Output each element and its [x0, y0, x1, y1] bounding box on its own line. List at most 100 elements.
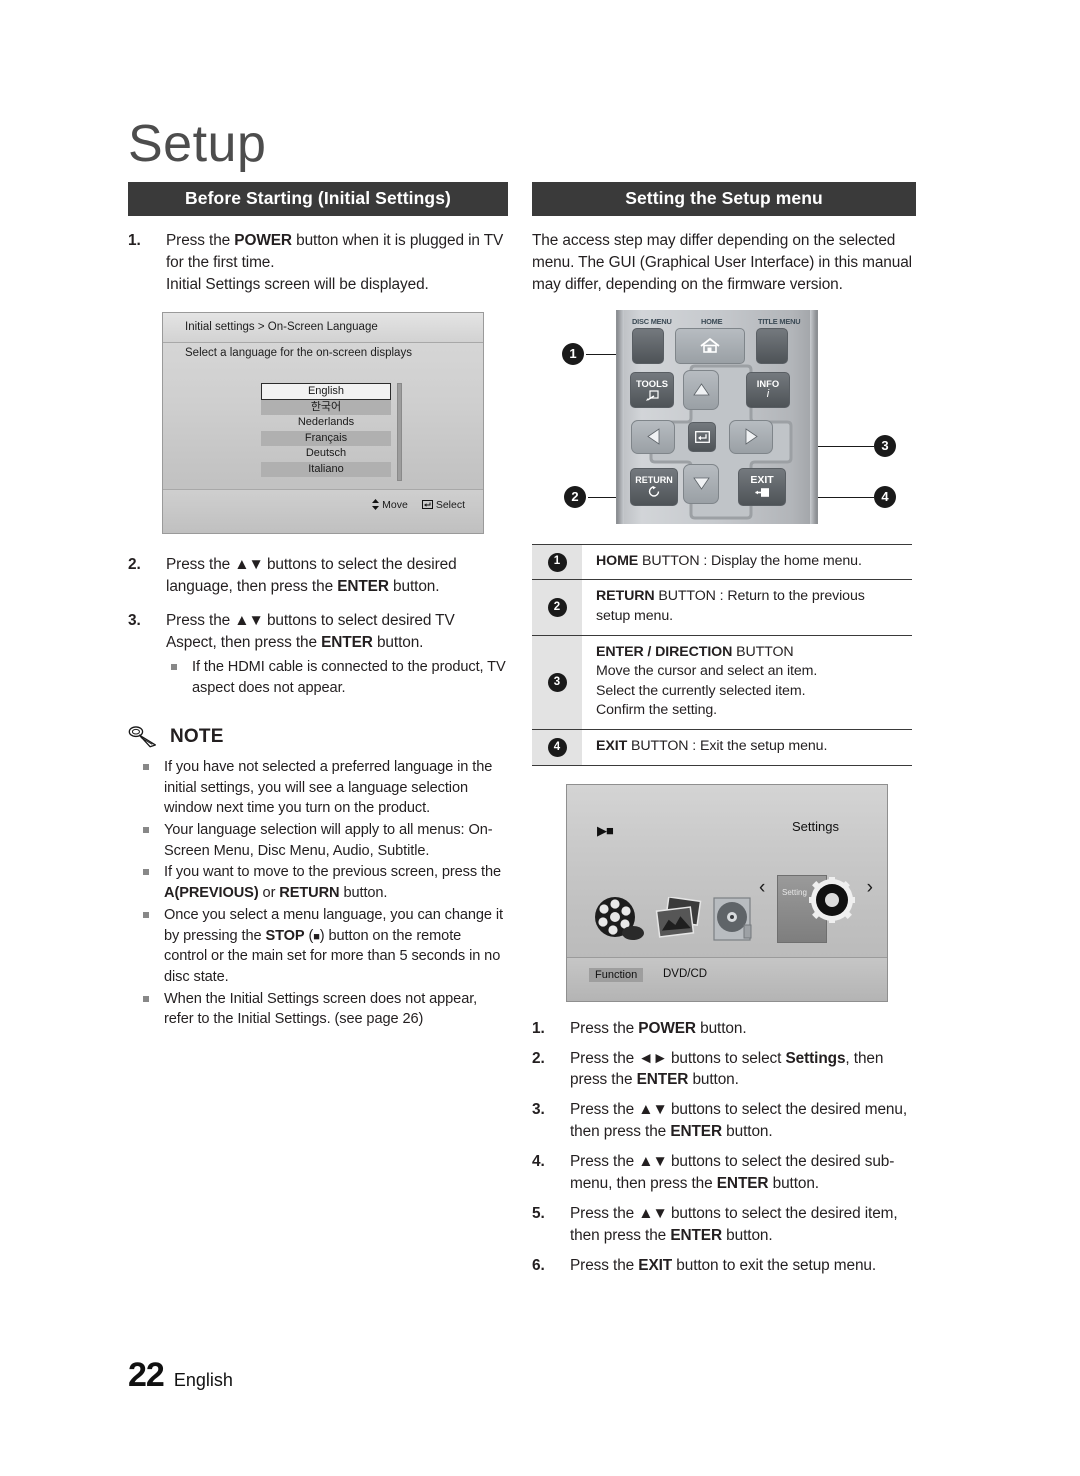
move-hint: Move — [372, 499, 408, 511]
home-label: HOME — [701, 316, 723, 326]
down-arrow-icon — [692, 477, 710, 491]
step-item: 1. Press the POWER button. — [532, 1018, 916, 1040]
button-description-table: 1 HOME BUTTON : Display the home menu. 2… — [532, 543, 912, 766]
language-option-italiano[interactable]: Italiano — [261, 461, 391, 478]
right-button[interactable] — [729, 419, 773, 454]
return-button[interactable]: RETURN — [630, 467, 678, 506]
language-option-francais[interactable]: Français — [261, 430, 391, 447]
home-screen-status-bar: Function DVD/CD — [567, 956, 887, 1001]
callout-badge-2: 2 — [564, 485, 586, 508]
language-option-deutsch[interactable]: Deutsch — [261, 446, 391, 462]
step-item: 6. Press the EXIT button to exit the set… — [532, 1255, 916, 1277]
left-column: Before Starting (Initial Settings) 1. Pr… — [128, 182, 508, 1031]
scrollbar[interactable] — [397, 382, 402, 481]
row-extra-line: Select the currently selected item. — [596, 682, 806, 699]
note-bullet: Your language selection will apply to al… — [138, 820, 508, 861]
step-item: 1. Press the POWER button when it is plu… — [128, 230, 508, 296]
language-option-nederlands[interactable]: Nederlands — [261, 415, 391, 431]
title-menu-label: TITLE MENU — [758, 316, 801, 326]
language-option-list[interactable]: English 한국어 Nederlands Français Deutsch … — [261, 382, 391, 478]
select-hint: Select — [421, 498, 465, 511]
step-3-sub-bullets: If the HDMI cable is connected to the pr… — [166, 657, 508, 698]
disc-menu-button[interactable] — [632, 327, 664, 364]
home-settings-label: Settings — [792, 818, 839, 834]
callout-badge-3: 3 — [874, 434, 896, 457]
title-menu-button[interactable] — [756, 327, 788, 364]
sub-bullet: If the HDMI cable is connected to the pr… — [166, 657, 508, 698]
step-item: 3. Press the ▲▼ buttons to select desire… — [128, 610, 508, 654]
return-label: RETURN — [635, 474, 673, 485]
note-bullet-list: If you have not selected a preferred lan… — [138, 757, 508, 1030]
enter-button[interactable] — [688, 421, 716, 452]
up-arrow-icon — [692, 383, 710, 396]
section-header-setting-setup-menu: Setting the Setup menu — [532, 182, 916, 217]
row-extra-line: Move the cursor and select an item. — [596, 663, 818, 680]
disc-tile[interactable] — [711, 895, 755, 943]
language-option-korean[interactable]: 한국어 — [261, 399, 391, 416]
remote-edge-right — [810, 309, 816, 524]
exit-button[interactable]: EXIT — [738, 467, 786, 506]
move-label: Move — [382, 498, 408, 511]
badge-2: 2 — [547, 598, 567, 618]
table-row: 1 HOME BUTTON : Display the home menu. — [532, 543, 912, 580]
badge-1: 1 — [547, 552, 567, 572]
table-cell-number: 2 — [532, 580, 582, 635]
language-option-english[interactable]: English — [261, 382, 391, 400]
table-cell-text: HOME BUTTON : Display the home menu. — [582, 545, 866, 580]
table-cell-text: ENTER / DIRECTION BUTTON Move the cursor… — [582, 636, 821, 729]
language-screen-footer: Move Select — [163, 488, 483, 533]
step-text: Press the ▲▼ buttons to select desired T… — [166, 611, 455, 651]
up-button[interactable] — [683, 369, 719, 410]
badge-3: 3 — [547, 672, 567, 692]
table-row: 3 ENTER / DIRECTION BUTTON Move the curs… — [532, 634, 912, 730]
home-menu-screenshot: ▶■ Settings Setting ‹ › Function DVD/CD — [566, 783, 888, 1002]
info-button[interactable]: INFO i — [746, 371, 790, 408]
step-number: 5. — [532, 1204, 545, 1222]
tools-button[interactable]: TOOLS — [630, 371, 674, 408]
table-cell-number: 1 — [532, 544, 582, 580]
page-number: 22 — [128, 1356, 165, 1394]
row-rest-text: BUTTON : Return to the previous — [654, 588, 865, 605]
down-button[interactable] — [683, 463, 719, 504]
carousel-right-arrow[interactable]: › — [867, 877, 873, 899]
table-cell-text: RETURN BUTTON : Return to the previous s… — [582, 580, 869, 634]
step-text: Press the ▲▼ buttons to select the desir… — [166, 555, 457, 595]
disc-menu-label: DISC MENU — [632, 316, 672, 326]
step-text: Press the ◄► buttons to select Settings,… — [570, 1049, 884, 1089]
step-number: 3. — [128, 611, 141, 629]
pencil-icon — [128, 726, 157, 748]
step-number: 1. — [532, 1019, 545, 1037]
left-steps-group-1: 1. Press the POWER button when it is plu… — [128, 230, 508, 296]
right-steps-list: 1. Press the POWER button. 2. Press the … — [532, 1018, 916, 1277]
note-bullet: If you want to move to the previous scre… — [138, 862, 508, 903]
photos-tile[interactable] — [653, 895, 705, 943]
left-button[interactable] — [631, 419, 675, 454]
step-item: 5. Press the ▲▼ buttons to select the de… — [532, 1203, 916, 1247]
table-row: 2 RETURN BUTTON : Return to the previous… — [532, 579, 912, 635]
remote-control-diagram: 1 2 3 4 DISC MENU HOME TITLE MENU TOOLS … — [532, 309, 916, 528]
step-number: 6. — [532, 1256, 545, 1274]
gear-icon — [809, 876, 855, 923]
language-screen-breadcrumb: Initial settings > On-Screen Language — [163, 312, 483, 343]
left-steps-group-2: 2. Press the ▲▼ buttons to select the de… — [128, 554, 508, 654]
home-button[interactable] — [675, 327, 745, 364]
videos-tile[interactable] — [589, 891, 647, 943]
left-arrow-icon — [646, 428, 659, 446]
photos-icon — [655, 895, 702, 938]
note-label: NOTE — [170, 725, 224, 747]
carousel-left-arrow[interactable]: ‹ — [759, 877, 765, 899]
row-bold-term: ENTER / DIRECTION — [596, 643, 733, 660]
page-footer: 22 English — [128, 1356, 233, 1395]
return-arrow-icon — [648, 486, 659, 497]
info-italic-i: i — [766, 388, 770, 401]
row-rest-text: BUTTON : Display the home menu. — [638, 552, 862, 569]
home-icon — [700, 338, 720, 354]
select-label: Select — [435, 498, 465, 511]
row-rest-text: BUTTON — [732, 643, 794, 660]
step-item: 2. Press the ◄► buttons to select Settin… — [532, 1048, 916, 1092]
row-bold-term: HOME — [596, 552, 639, 569]
step-number: 1. — [128, 232, 141, 250]
step-number: 3. — [532, 1101, 545, 1119]
exit-label: EXIT — [750, 474, 774, 487]
step-item: 2. Press the ▲▼ buttons to select the de… — [128, 554, 508, 598]
